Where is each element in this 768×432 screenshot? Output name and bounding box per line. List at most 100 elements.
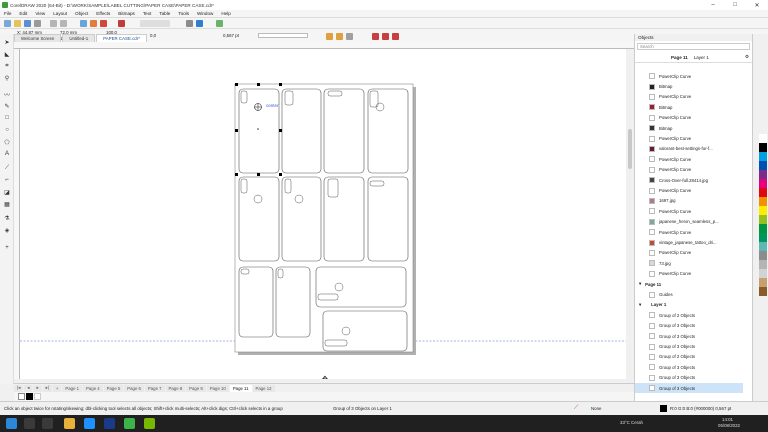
list-item[interactable]: PowerClip Curve [635, 227, 743, 237]
color-swatch[interactable] [759, 152, 767, 161]
list-item[interactable]: valorant-best-settings-for-f... [635, 144, 743, 154]
shape-tool-icon[interactable]: ◣ [3, 50, 11, 58]
page-tab[interactable]: Page 6 [124, 384, 144, 392]
prev-page-icon[interactable]: ◂ [24, 384, 33, 392]
page-tab[interactable]: Page 4 [83, 384, 103, 392]
page-tab-active[interactable]: Page 11 [229, 384, 252, 392]
rotation-field[interactable]: 0,0 [150, 33, 156, 38]
drop-shadow-icon[interactable]: ◪ [3, 188, 11, 196]
color-swatch[interactable] [759, 188, 767, 197]
menu-tools[interactable]: Tools [174, 11, 193, 16]
list-item[interactable]: Bitmap [635, 81, 743, 91]
docker-settings-icon[interactable]: ⚙ [745, 54, 749, 60]
first-page-icon[interactable]: |◂ [14, 384, 24, 392]
tree-group-item[interactable]: Group of 3 Objects [635, 341, 743, 351]
tab-paper-case[interactable]: PAPER CASE.cdr* [96, 34, 147, 42]
list-item[interactable]: PowerClip Curve [635, 165, 743, 175]
tree-page-node[interactable]: ▾ Page 11 [635, 279, 743, 289]
tree-group-item-selected[interactable]: Group of 3 Objects [635, 383, 743, 394]
menu-layout[interactable]: Layout [49, 11, 71, 16]
docker-page-label[interactable]: Page 11 [671, 55, 688, 60]
nvidia-icon[interactable] [144, 418, 155, 429]
horizontal-ruler[interactable] [14, 42, 634, 49]
rectangle-tool-icon[interactable]: □ [3, 114, 11, 122]
menu-window[interactable]: Window [193, 11, 217, 16]
color-swatch[interactable] [759, 251, 767, 260]
outline-color-swatch[interactable] [660, 405, 667, 412]
docker-search-input[interactable]: Search [637, 43, 750, 50]
fill-status-text[interactable]: None [591, 406, 602, 411]
color-swatch[interactable] [759, 143, 767, 152]
transparency-tool-icon[interactable]: ▦ [3, 200, 11, 208]
tab-untitled-1[interactable]: Untitled-1 [62, 34, 96, 42]
search-icon[interactable] [24, 418, 35, 429]
drawing-canvas[interactable]: center ✥ [20, 49, 626, 379]
list-item[interactable]: PowerClip Curve [635, 269, 743, 279]
list-item[interactable]: PowerClip Curve [635, 206, 743, 216]
list-item[interactable]: Bitmap [635, 123, 743, 133]
ungroup-icon[interactable] [372, 33, 379, 40]
tree-group-item[interactable]: Group of 2 Objects [635, 352, 743, 362]
color-swatch[interactable] [759, 206, 767, 215]
no-fill-icon[interactable]: ⟋ [574, 405, 578, 412]
list-item[interactable]: PowerClip Curve [635, 71, 743, 81]
tree-group-item[interactable]: Group of 2 Objects [635, 310, 743, 320]
artistic-media-icon[interactable]: ✎ [3, 102, 11, 110]
menu-view[interactable]: View [31, 11, 49, 16]
page-tab[interactable]: Page 8 [165, 384, 186, 392]
menu-file[interactable]: File [0, 11, 15, 16]
color-swatch[interactable] [759, 287, 767, 296]
next-page-icon[interactable]: ▸ [33, 384, 42, 392]
group-icon[interactable] [346, 33, 353, 40]
maximize-icon[interactable]: □ [724, 0, 746, 10]
menu-bitmaps[interactable]: Bitmaps [114, 11, 139, 16]
add-page-icon[interactable]: + [52, 384, 62, 392]
launch-icon[interactable] [216, 20, 223, 27]
last-page-icon[interactable]: ▸| [42, 384, 52, 392]
task-view-icon[interactable] [42, 418, 53, 429]
docker-layer-label[interactable]: Layer 1 [694, 55, 709, 60]
new-document-icon[interactable] [4, 20, 11, 27]
file-explorer-icon[interactable] [64, 418, 75, 429]
list-item[interactable]: PowerClip Curve [635, 133, 743, 143]
pick-tool-icon[interactable]: ➤ [3, 38, 11, 46]
to-front-icon[interactable] [336, 33, 343, 40]
page-tab[interactable]: Page 1 [62, 384, 83, 392]
white-swatch[interactable] [34, 393, 41, 400]
interactive-fill-icon[interactable]: ◈ [3, 226, 11, 234]
menu-text[interactable]: Text [139, 11, 155, 16]
menu-table[interactable]: Table [155, 11, 174, 16]
color-swatch[interactable] [759, 224, 767, 233]
color-swatch[interactable] [759, 269, 767, 278]
ellipse-tool-icon[interactable]: ○ [3, 126, 11, 134]
snap-to-icon[interactable] [186, 20, 193, 27]
list-item[interactable]: PowerClip Curve [635, 185, 743, 195]
color-swatch[interactable] [759, 161, 767, 170]
black-swatch[interactable] [26, 393, 33, 400]
menu-help[interactable]: Help [217, 11, 234, 16]
undo-icon[interactable] [50, 20, 57, 27]
crop-tool-icon[interactable]: ⌗ [3, 62, 11, 70]
open-icon[interactable] [14, 20, 21, 27]
list-item[interactable]: japanese_heron_seamless_p... [635, 217, 743, 227]
tab-welcome-screen[interactable]: Welcome Screen [14, 34, 62, 42]
page-tab[interactable]: Page 12 [252, 384, 275, 392]
color-swatch[interactable] [759, 260, 767, 269]
connector-tool-icon[interactable]: ⌐ [3, 176, 11, 184]
list-item[interactable]: Cross-Over-full.28414.jpg [635, 175, 743, 185]
color-swatch[interactable] [759, 170, 767, 179]
windows-start-icon[interactable] [6, 418, 17, 429]
color-swatch[interactable] [759, 242, 767, 251]
text-tool-icon[interactable]: A [3, 150, 11, 158]
page-tab[interactable]: Page 7 [144, 384, 165, 392]
clock-time[interactable]: 14:01 [722, 417, 733, 422]
to-back-icon[interactable] [326, 33, 333, 40]
list-item[interactable]: PowerClip Curve [635, 154, 743, 164]
color-swatch[interactable] [759, 179, 767, 188]
menu-object[interactable]: Object [71, 11, 92, 16]
tree-group-item[interactable]: Group of 3 Objects [635, 362, 743, 372]
import-icon[interactable] [90, 20, 97, 27]
list-item[interactable]: PowerClip Curve [635, 113, 743, 123]
close-icon[interactable]: ✕ [746, 0, 768, 10]
no-color-swatch[interactable] [18, 393, 25, 400]
